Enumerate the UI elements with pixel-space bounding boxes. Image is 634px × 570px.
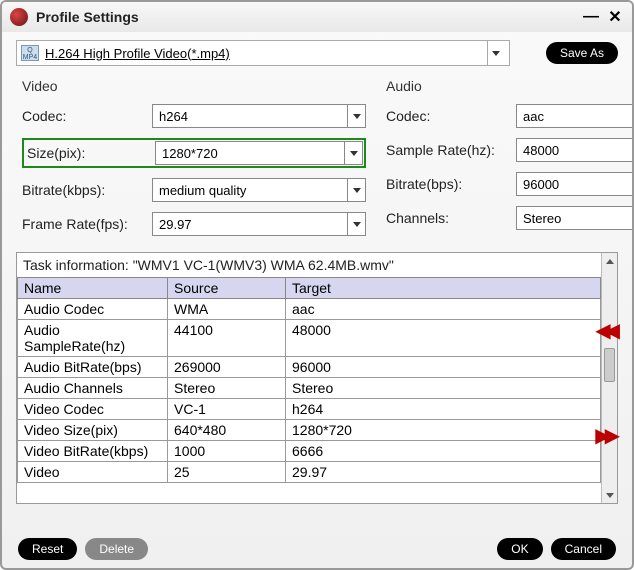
titlebar: Profile Settings — ✕ xyxy=(2,2,632,32)
video-bitrate-select[interactable] xyxy=(152,178,366,202)
table-cell: aac xyxy=(286,299,601,320)
audio-channels-select[interactable] xyxy=(516,206,634,230)
table-row[interactable]: Video CodecVC-1h264 xyxy=(18,399,601,420)
table-cell: Video xyxy=(18,462,168,483)
audio-codec-label: Codec: xyxy=(386,108,516,124)
profile-settings-window: Profile Settings — ✕ QMP4 H.264 High Pro… xyxy=(0,0,634,570)
video-size-input[interactable] xyxy=(156,142,344,164)
table-cell: Stereo xyxy=(168,378,286,399)
table-cell: Video Codec xyxy=(18,399,168,420)
codec-icon: QMP4 xyxy=(21,45,39,61)
table-cell: Video Size(pix) xyxy=(18,420,168,441)
video-fps-label: Frame Rate(fps): xyxy=(22,216,152,232)
table-row[interactable]: Audio ChannelsStereoStereo xyxy=(18,378,601,399)
app-icon xyxy=(10,8,28,26)
task-info-panel: Task information: "WMV1 VC-1(WMV3) WMA 6… xyxy=(16,252,618,504)
table-cell: Audio SampleRate(hz) xyxy=(18,320,168,357)
audio-codec-input[interactable] xyxy=(517,105,634,127)
reset-button[interactable]: Reset xyxy=(18,538,77,560)
chevron-down-icon[interactable] xyxy=(344,142,362,164)
ok-button[interactable]: OK xyxy=(497,538,542,560)
prev-task-button[interactable]: ◀◀ xyxy=(595,318,614,343)
table-cell: WMA xyxy=(168,299,286,320)
table-cell: VC-1 xyxy=(168,399,286,420)
video-codec-select[interactable] xyxy=(152,104,366,128)
audio-bitrate-label: Bitrate(bps): xyxy=(386,176,516,192)
video-bitrate-input[interactable] xyxy=(153,179,347,201)
video-codec-input[interactable] xyxy=(153,105,347,127)
table-cell: 25 xyxy=(168,462,286,483)
table-cell: Audio Channels xyxy=(18,378,168,399)
video-size-select[interactable] xyxy=(155,141,363,165)
chevron-down-icon[interactable] xyxy=(347,105,365,127)
video-fps-select[interactable] xyxy=(152,212,366,236)
audio-bitrate-select[interactable] xyxy=(516,172,634,196)
scroll-down-icon[interactable] xyxy=(602,487,617,503)
audio-legend: Audio xyxy=(386,78,634,94)
table-row[interactable]: Video BitRate(kbps)10006666 xyxy=(18,441,601,462)
close-button[interactable]: ✕ xyxy=(606,8,624,26)
col-name[interactable]: Name xyxy=(18,278,168,299)
task-table: Name Source Target Audio CodecWMAaacAudi… xyxy=(17,277,601,483)
profile-select[interactable]: QMP4 H.264 High Profile Video(*.mp4) xyxy=(16,40,510,66)
next-task-button[interactable]: ▶▶ xyxy=(595,423,614,448)
scroll-up-icon[interactable] xyxy=(602,253,617,269)
video-size-label: Size(pix): xyxy=(25,145,155,161)
audio-sr-select[interactable] xyxy=(516,138,634,162)
audio-sr-label: Sample Rate(hz): xyxy=(386,142,516,158)
audio-group: Audio Codec: Sample Rate(hz): Bitrate(bp… xyxy=(386,78,634,246)
table-cell: 640*480 xyxy=(168,420,286,441)
table-cell: Video BitRate(kbps) xyxy=(18,441,168,462)
audio-channels-label: Channels: xyxy=(386,210,516,226)
delete-button[interactable]: Delete xyxy=(85,538,148,560)
task-info-text: Task information: "WMV1 VC-1(WMV3) WMA 6… xyxy=(17,253,601,277)
minimize-button[interactable]: — xyxy=(582,8,600,26)
table-cell: 6666 xyxy=(286,441,601,462)
table-cell: h264 xyxy=(286,399,601,420)
video-bitrate-label: Bitrate(kbps): xyxy=(22,182,152,198)
table-row[interactable]: Audio BitRate(bps)26900096000 xyxy=(18,357,601,378)
audio-codec-select[interactable] xyxy=(516,104,634,128)
chevron-down-icon[interactable] xyxy=(347,179,365,201)
audio-sr-input[interactable] xyxy=(517,139,634,161)
table-cell: 48000 xyxy=(286,320,601,357)
table-row[interactable]: Video Size(pix)640*4801280*720 xyxy=(18,420,601,441)
table-cell: 96000 xyxy=(286,357,601,378)
video-fps-input[interactable] xyxy=(153,213,347,235)
table-cell: 1280*720 xyxy=(286,420,601,441)
col-source[interactable]: Source xyxy=(168,278,286,299)
save-as-button[interactable]: Save As xyxy=(546,42,618,64)
video-legend: Video xyxy=(22,78,366,94)
table-cell: 44100 xyxy=(168,320,286,357)
table-cell: Stereo xyxy=(286,378,601,399)
table-row[interactable]: Video2529.97 xyxy=(18,462,601,483)
audio-channels-input[interactable] xyxy=(517,207,634,229)
profile-select-label: H.264 High Profile Video(*.mp4) xyxy=(45,46,487,61)
table-cell: Audio BitRate(bps) xyxy=(18,357,168,378)
table-cell: Audio Codec xyxy=(18,299,168,320)
video-group: Video Codec: Size(pix): Bitrate(kbps): F… xyxy=(22,78,366,246)
audio-bitrate-input[interactable] xyxy=(517,173,634,195)
cancel-button[interactable]: Cancel xyxy=(551,538,616,560)
profile-dropdown-icon[interactable] xyxy=(487,41,505,65)
chevron-down-icon[interactable] xyxy=(347,213,365,235)
video-codec-label: Codec: xyxy=(22,108,152,124)
window-title: Profile Settings xyxy=(36,9,576,25)
table-cell: 1000 xyxy=(168,441,286,462)
table-cell: 29.97 xyxy=(286,462,601,483)
table-row[interactable]: Audio CodecWMAaac xyxy=(18,299,601,320)
col-target[interactable]: Target xyxy=(286,278,601,299)
table-cell: 269000 xyxy=(168,357,286,378)
table-row[interactable]: Audio SampleRate(hz)4410048000 xyxy=(18,320,601,357)
